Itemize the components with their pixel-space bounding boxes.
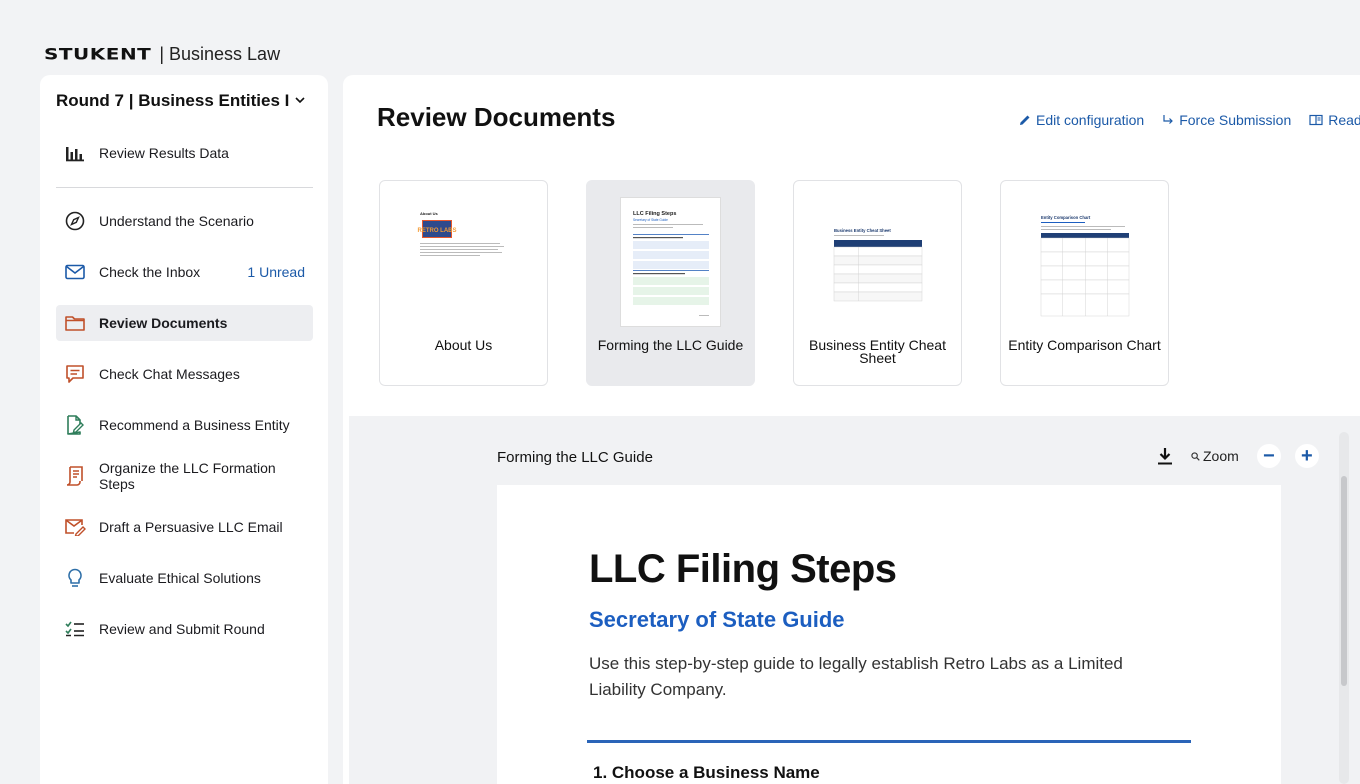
document-card-forming-llc-guide[interactable]: LLC Filing Steps Secretary of State Guid…: [586, 180, 755, 386]
document-thumbnail: Entity Comparison Chart: [1035, 198, 1134, 326]
edit-configuration-button[interactable]: Edit configuration: [1019, 112, 1144, 128]
force-submission-label: Force Submission: [1179, 112, 1292, 128]
sidebar-item-label: Check Chat Messages: [99, 366, 240, 382]
viewer-title: Forming the LLC Guide: [497, 449, 653, 466]
document-thumbnail: LLC Filing Steps Secretary of State Guid…: [621, 198, 720, 326]
book-icon: [1309, 114, 1323, 126]
round-title: Round 7 | Business Entities I: [56, 91, 290, 110]
document-page: LLC Filing Steps Secretary of State Guid…: [497, 485, 1281, 784]
main-panel: Review Documents Edit configuration Forc…: [343, 75, 1360, 784]
card-label: Business Entity Cheat Sheet: [809, 337, 946, 366]
sidebar-item-label: Review and Submit Round: [99, 621, 265, 637]
document-card-cheat-sheet[interactable]: Business Entity Cheat Sheet Business Ent…: [793, 180, 962, 386]
document-thumbnail: About Us RETRO LABS: [414, 198, 513, 326]
card-label: Forming the LLC Guide: [597, 337, 744, 353]
sidebar-item-check-chat[interactable]: Check Chat Messages: [56, 356, 313, 392]
zoom-button[interactable]: Zoom: [1191, 448, 1239, 464]
viewer-tools: Zoom − +: [1157, 444, 1319, 468]
lightbulb-icon: [64, 567, 86, 589]
return-arrow-icon: [1163, 115, 1174, 124]
doc-divider: [587, 740, 1191, 743]
brand-header: STUKENT | Business Law: [44, 42, 280, 66]
sidebar-item-understand-scenario[interactable]: Understand the Scenario: [56, 203, 313, 239]
thumb-about-title: About Us: [420, 211, 439, 216]
sidebar-item-label: Recommend a Business Entity: [99, 417, 290, 433]
download-button[interactable]: [1157, 447, 1173, 465]
sidebar-item-recommend-entity[interactable]: Recommend a Business Entity: [56, 407, 313, 443]
card-label: About Us: [434, 337, 493, 353]
document-card-comparison-chart[interactable]: Entity Comparison Chart Entity Compariso…: [1000, 180, 1169, 386]
envelope-icon: [64, 261, 86, 283]
sidebar-item-label: Draft a Persuasive LLC Email: [99, 519, 283, 535]
scrollbar-thumb[interactable]: [1341, 476, 1347, 686]
sidebar-item-draft-llc-email[interactable]: Draft a Persuasive LLC Email: [56, 509, 313, 545]
document-card-about-us[interactable]: About Us RETRO LABS About Us: [379, 180, 548, 386]
download-icon: [1158, 448, 1172, 465]
chevron-down-icon: [295, 95, 305, 107]
course-name: | Business Law: [159, 43, 281, 64]
sidebar-item-label: Check the Inbox: [99, 264, 201, 280]
zoom-label: Zoom: [1203, 448, 1239, 464]
folder-icon: [64, 312, 86, 334]
pencil-icon: [1020, 115, 1030, 125]
round-selector[interactable]: Round 7 | Business Entities I: [56, 91, 305, 111]
toolbar: Edit configuration Force Submission Read…: [1019, 112, 1360, 128]
thumb-llc-subtitle: Secretary of State Guide: [633, 218, 668, 222]
viewer-scrollbar[interactable]: [1339, 432, 1349, 784]
bar-chart-icon: [64, 142, 86, 164]
edit-configuration-label: Edit configuration: [1036, 112, 1145, 128]
doc-heading: LLC Filing Steps: [589, 547, 897, 591]
sidebar-item-label: Review Results Data: [99, 145, 229, 161]
thumb-compare-title: Entity Comparison Chart: [1041, 215, 1091, 220]
sidebar-item-review-submit[interactable]: Review and Submit Round: [56, 611, 313, 647]
document-edit-icon: [64, 414, 86, 436]
sidebar-item-label: Organize the LLC Formation Steps: [99, 460, 276, 492]
sidebar: Round 7 | Business Entities I Review Res…: [40, 75, 328, 784]
doc-subheading: Secretary of State Guide: [589, 607, 845, 632]
reading-mode-button[interactable]: Readin: [1309, 112, 1360, 128]
doc-step-heading: 1. Choose a Business Name: [593, 763, 820, 782]
page-title: Review Documents: [377, 102, 616, 132]
sidebar-item-label: Understand the Scenario: [99, 213, 254, 229]
sidebar-item-review-documents[interactable]: Review Documents: [56, 305, 313, 341]
card-label: Entity Comparison Chart: [1008, 337, 1161, 353]
doc-intro: Use this step-by-step guide to legally e…: [589, 654, 1123, 699]
zoom-out-button[interactable]: −: [1256, 444, 1281, 468]
thumb-cheat-title: Business Entity Cheat Sheet: [834, 228, 891, 233]
checklist-icon: [64, 618, 86, 640]
force-submission-button[interactable]: Force Submission: [1162, 112, 1291, 128]
envelope-pen-icon: [64, 516, 86, 538]
sidebar-item-review-results-data[interactable]: Review Results Data: [56, 135, 313, 171]
sidebar-item-label: Evaluate Ethical Solutions: [99, 570, 261, 586]
document-viewer: Forming the LLC Guide Zoom − + LLC Filin…: [349, 416, 1360, 784]
document-cards: About Us RETRO LABS About Us LLC Filing …: [379, 180, 1169, 386]
scroll-icon: [64, 465, 86, 487]
chat-icon: [64, 363, 86, 385]
compass-icon: [64, 210, 86, 232]
sidebar-divider: [56, 187, 313, 188]
sidebar-item-check-inbox[interactable]: Check the Inbox 1 Unread: [56, 254, 313, 290]
reading-mode-label: Readin: [1328, 112, 1360, 128]
document-thumbnail: Business Entity Cheat Sheet: [828, 198, 927, 326]
stukent-logo: STUKENT: [44, 44, 152, 64]
zoom-in-button[interactable]: +: [1294, 444, 1319, 468]
sidebar-item-label: Review Documents: [99, 315, 228, 331]
unread-badge: 1 Unread: [247, 264, 305, 280]
magnifier-icon: [1191, 451, 1200, 461]
sidebar-item-evaluate-ethics[interactable]: Evaluate Ethical Solutions: [56, 560, 313, 596]
thumb-llc-title: LLC Filing Steps: [633, 211, 676, 217]
sidebar-item-organize-llc-steps[interactable]: Organize the LLC Formation Steps: [56, 458, 313, 494]
thumb-retro-logo: RETRO LABS: [418, 228, 457, 234]
